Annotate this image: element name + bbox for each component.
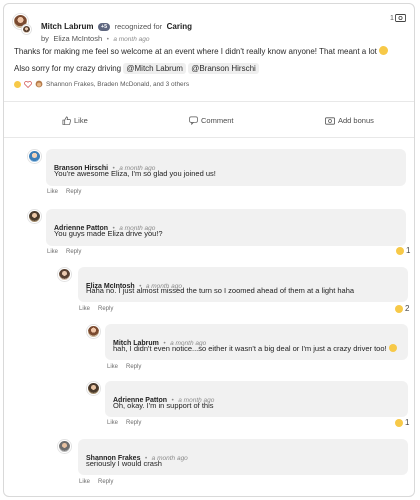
post-subheader: by Eliza McIntosh • a month ago (41, 34, 150, 43)
smile-reaction-icon (396, 246, 404, 255)
reaction-count: 1 (406, 246, 411, 255)
mention-1[interactable]: @Mitch Labrum (123, 63, 186, 74)
comment-reply-link[interactable]: Reply (98, 306, 113, 312)
heart-reaction-icon (24, 80, 32, 88)
comment-reactions[interactable]: 2 (395, 304, 409, 313)
comment-actions: Like Reply (79, 306, 113, 312)
comment-reactions[interactable]: 1 (395, 418, 409, 427)
bonus-indicator[interactable]: 1 (390, 14, 406, 22)
actions-divider (4, 137, 414, 138)
smile-reaction-icon (395, 418, 403, 427)
comment-reply-link[interactable]: Reply (126, 420, 141, 426)
comment-text: Haha no. I just almost missed the turn s… (86, 286, 355, 295)
reaction-count: 1 (405, 418, 410, 427)
like-label: Like (74, 116, 88, 125)
comment-icon (189, 116, 198, 125)
avatar[interactable] (28, 210, 41, 223)
reaction-count: 2 (405, 304, 410, 313)
mention-2[interactable]: @Branson Hirschi (188, 63, 259, 74)
comment-like-link[interactable]: Like (107, 364, 118, 370)
avatar[interactable] (87, 325, 100, 338)
comment-reply-link[interactable]: Reply (66, 249, 81, 255)
add-bonus-button[interactable]: Add bonus (325, 116, 374, 125)
reactors-list: Shannon Frakes, Braden McDonald, and 3 o… (46, 80, 190, 88)
comment-text: Oh, okay. I'm in support of this (113, 401, 214, 410)
comment-text: hah, I didn't even notice...so either it… (113, 344, 387, 353)
smile-emoji-icon (379, 46, 389, 55)
comment-text: seriously I would crash (86, 459, 162, 468)
comment-like-link[interactable]: Like (79, 479, 90, 485)
comment-actions: Like Reply (107, 420, 141, 426)
comment-actions: Like Reply (47, 249, 81, 255)
comment-text: You guys made Eliza drive you!? (54, 229, 163, 238)
recognition-card: Mitch Labrum +5 recognized for Caring by… (3, 3, 415, 497)
post-time: a month ago (113, 36, 150, 43)
post-reactions[interactable]: Shannon Frakes, Braden McDonald, and 3 o… (14, 80, 189, 88)
comment-actions: Like Reply (47, 189, 81, 195)
value-name[interactable]: Caring (167, 22, 192, 31)
header-divider (4, 101, 414, 102)
comment-reply-link[interactable]: Reply (126, 364, 141, 370)
add-bonus-label: Add bonus (338, 116, 374, 125)
avatar[interactable] (28, 150, 41, 163)
smile-reaction-icon (14, 80, 21, 88)
comment-bubble: Adrienne Patton • a month ago You guys m… (46, 209, 406, 246)
comment-text-row: hah, I didn't even notice...so either it… (113, 344, 397, 353)
like-button[interactable]: Like (62, 116, 88, 125)
comment-reply-link[interactable]: Reply (66, 189, 81, 195)
comment-like-link[interactable]: Like (47, 249, 58, 255)
comment-bubble: Shannon Frakes • a month ago seriously I… (78, 439, 408, 475)
comment-like-link[interactable]: Like (47, 189, 58, 195)
comment-bubble: Mitch Labrum • a month ago hah, I didn't… (105, 324, 408, 360)
post-message-2-row: Also sorry for my crazy driving @Mitch L… (14, 63, 259, 74)
monkey-reaction-icon (35, 80, 43, 88)
by-label: by (41, 34, 49, 43)
avatar[interactable] (58, 268, 71, 281)
comment-bubble: Adrienne Patton • a month ago Oh, okay. … (105, 381, 408, 417)
comment-reply-link[interactable]: Reply (98, 479, 113, 485)
comment-reactions[interactable]: 1 (396, 246, 410, 255)
comment-actions: Like Reply (107, 364, 141, 370)
comment-like-link[interactable]: Like (107, 420, 118, 426)
comment-bubble: Eliza McIntosh • a month ago Haha no. I … (78, 267, 408, 302)
sender-name[interactable]: Eliza McIntosh (53, 34, 102, 43)
post-message-2: Also sorry for my crazy driving (14, 64, 122, 73)
comment-text: You're awesome Eliza, I'm so glad you jo… (54, 169, 216, 178)
thumbs-up-icon (62, 116, 71, 125)
sender-avatar[interactable] (22, 25, 31, 34)
avatar[interactable] (58, 440, 71, 453)
avatar[interactable] (87, 382, 100, 395)
comment-label: Comment (201, 116, 234, 125)
post-message-row: Thanks for making me feel so welcome at … (14, 46, 389, 56)
comment-bubble: Branson Hirschi • a month ago You're awe… (46, 149, 406, 186)
comment-button[interactable]: Comment (189, 116, 234, 125)
money-icon (325, 116, 335, 125)
comment-actions: Like Reply (79, 479, 113, 485)
post-message: Thanks for making me feel so welcome at … (14, 47, 377, 56)
comment-like-link[interactable]: Like (79, 306, 90, 312)
money-icon (394, 14, 406, 22)
smile-reaction-icon (395, 304, 403, 313)
bonus-count: 1 (390, 14, 394, 22)
laughing-emoji-icon (388, 344, 397, 352)
